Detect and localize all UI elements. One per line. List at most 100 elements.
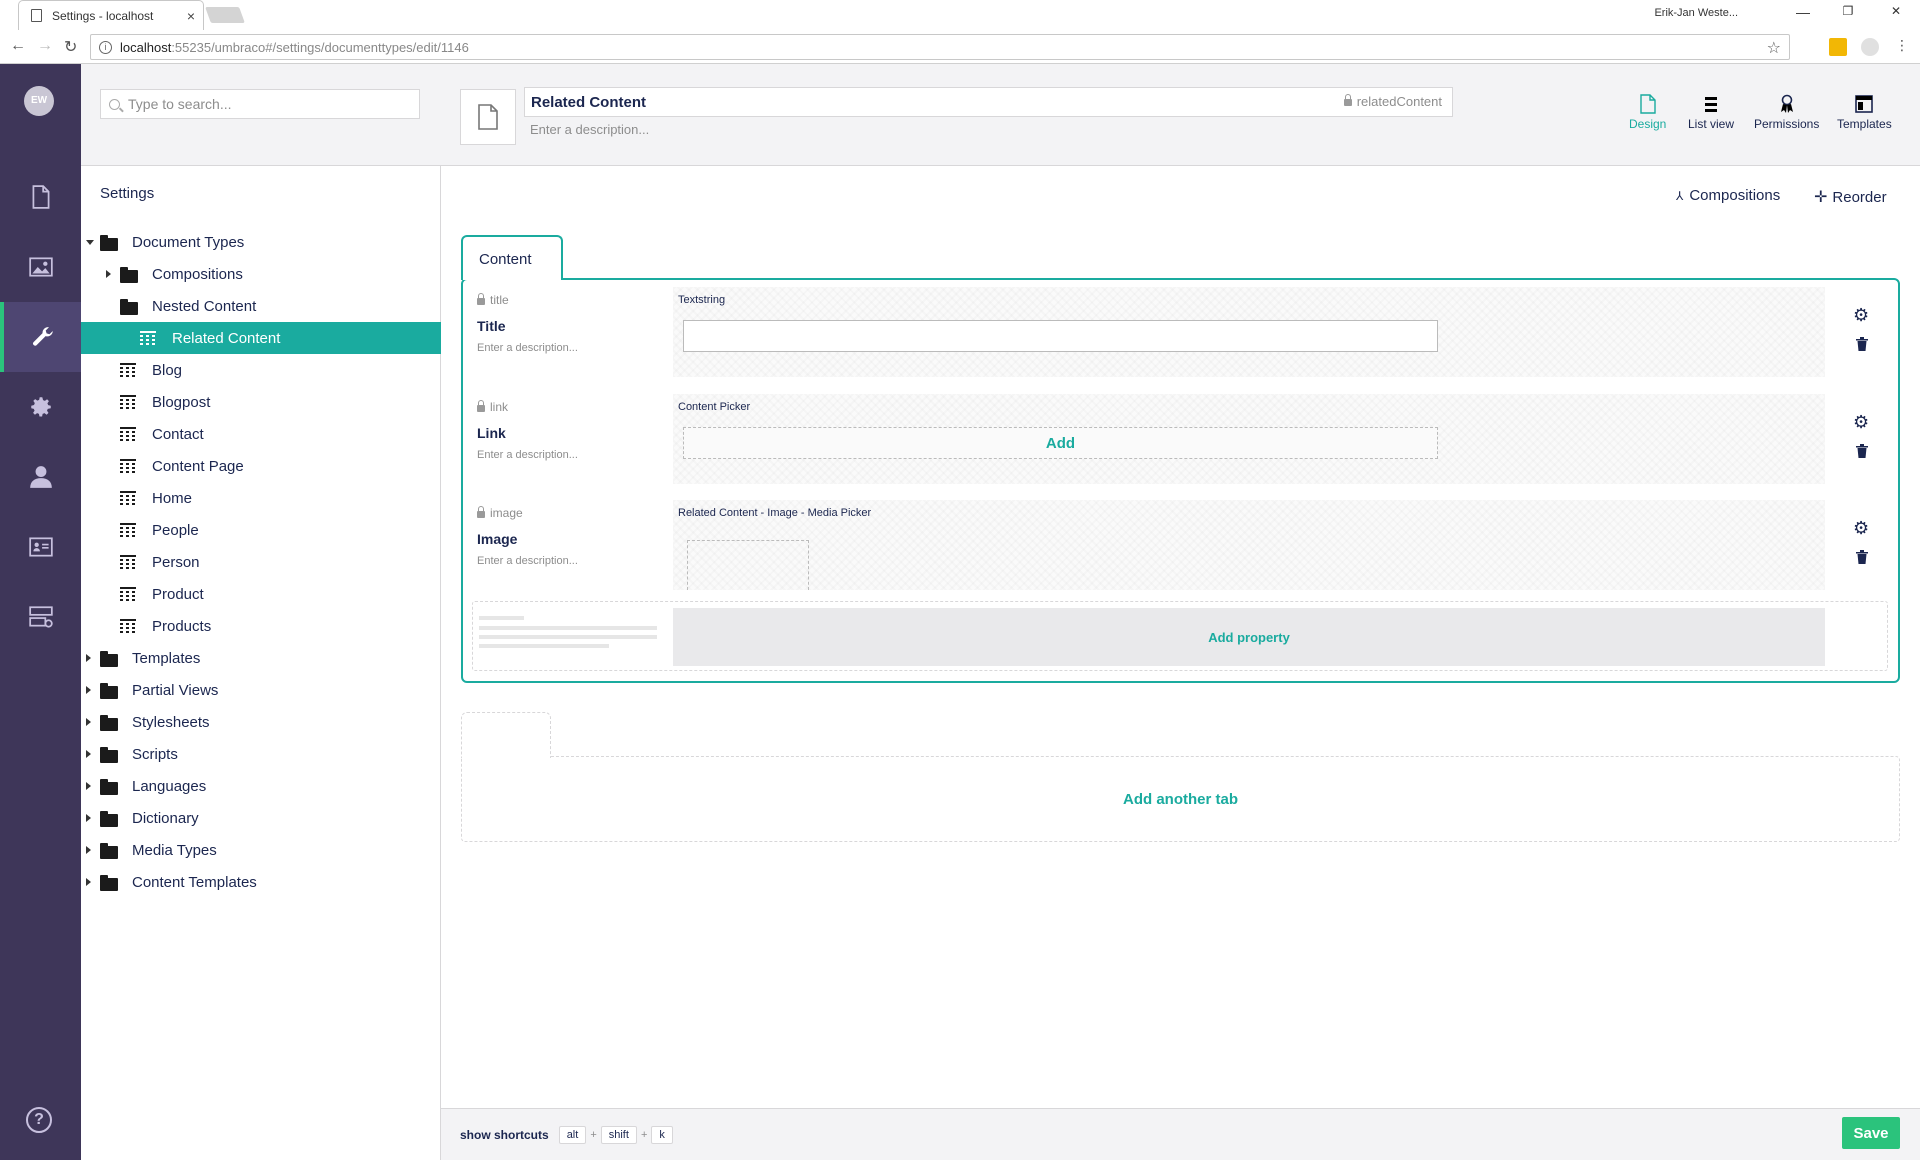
caret-down-icon[interactable] <box>86 240 94 245</box>
property-editor-preview[interactable]: Related Content - Image - Media Picker <box>673 500 1825 590</box>
icon-picker[interactable] <box>460 89 516 145</box>
gear-icon[interactable]: ⚙ <box>1853 305 1869 326</box>
gear-icon[interactable]: ⚙ <box>1853 518 1869 539</box>
tree-item-content-page[interactable]: Content Page <box>81 450 441 482</box>
tree-item-languages[interactable]: Languages <box>81 770 441 802</box>
tree-item-home[interactable]: Home <box>81 482 441 514</box>
restore-button[interactable]: ❐ <box>1838 4 1858 18</box>
property-name[interactable]: Link <box>477 425 506 441</box>
tree-item-related-content[interactable]: Related Content <box>81 322 441 354</box>
caret-right-icon[interactable] <box>86 654 91 662</box>
property-editor-preview[interactable]: Content Picker Add <box>673 394 1825 484</box>
document-type-icon <box>120 555 136 569</box>
section-media[interactable] <box>0 232 81 302</box>
caret-right-icon[interactable] <box>106 270 111 278</box>
help-icon[interactable]: ? <box>26 1107 52 1133</box>
tab-design[interactable]: Design <box>1629 94 1666 131</box>
section-users[interactable] <box>0 442 81 512</box>
trash-icon[interactable] <box>1856 444 1868 458</box>
tree-item-stylesheets[interactable]: Stylesheets <box>81 706 441 738</box>
property-description[interactable]: Enter a description... <box>477 449 578 461</box>
section-content[interactable] <box>0 162 81 232</box>
tree-item-label: Content Templates <box>132 873 257 891</box>
lock-icon[interactable] <box>1343 94 1352 106</box>
caret-right-icon[interactable] <box>86 846 91 854</box>
tree-item-contact[interactable]: Contact <box>81 418 441 450</box>
tree-item-products[interactable]: Products <box>81 610 441 642</box>
lock-icon[interactable] <box>477 399 485 412</box>
section-settings[interactable] <box>0 302 81 372</box>
alias-field[interactable]: relatedContent <box>1343 94 1442 109</box>
browser-profile-name[interactable]: Erik-Jan Weste... <box>1654 7 1738 19</box>
add-tab-button[interactable]: Add another tab <box>461 756 1900 842</box>
reload-icon[interactable]: ↻ <box>64 37 77 57</box>
trash-icon[interactable] <box>1856 550 1868 564</box>
description-input[interactable]: Enter a description... <box>530 122 649 137</box>
property-description[interactable]: Enter a description... <box>477 342 578 354</box>
save-button[interactable]: Save <box>1842 1117 1900 1149</box>
trash-icon[interactable] <box>1856 337 1868 351</box>
lock-icon[interactable] <box>477 292 485 305</box>
tab-list-view[interactable]: List view <box>1688 94 1734 131</box>
tree-item-partial-views[interactable]: Partial Views <box>81 674 441 706</box>
property-alias[interactable]: title <box>477 292 509 307</box>
extension-icon-2[interactable] <box>1861 38 1879 56</box>
tab-permissions[interactable]: Permissions <box>1754 94 1819 131</box>
info-icon[interactable]: i <box>99 40 112 54</box>
add-property-button[interactable]: Add property <box>673 608 1825 666</box>
extension-icon[interactable] <box>1829 38 1847 56</box>
tab-label: Templates <box>1837 117 1892 131</box>
forward-arrow-icon[interactable]: → <box>37 37 53 55</box>
tree-item-blogpost[interactable]: Blogpost <box>81 386 441 418</box>
back-arrow-icon[interactable]: ← <box>10 37 26 55</box>
document-type-name-input[interactable]: Related Content relatedContent <box>524 87 1453 117</box>
menu-kebab-icon[interactable]: ⋮ <box>1895 37 1909 54</box>
caret-right-icon[interactable] <box>86 782 91 790</box>
tree-item-dictionary[interactable]: Dictionary <box>81 802 441 834</box>
gear-icon[interactable]: ⚙ <box>1853 412 1869 433</box>
shortcuts-hint[interactable]: show shortcuts alt + shift + k <box>460 1126 677 1144</box>
search-input[interactable]: Type to search... <box>100 89 420 119</box>
tree-item-media-types[interactable]: Media Types <box>81 834 441 866</box>
section-developer[interactable] <box>0 372 81 442</box>
browser-tab[interactable]: Settings - localhost × <box>18 0 204 30</box>
lock-icon[interactable] <box>477 505 485 518</box>
caret-right-icon[interactable] <box>86 878 91 886</box>
new-tab-button[interactable] <box>205 7 245 23</box>
tree-item-people[interactable]: People <box>81 514 441 546</box>
tree-item-templates[interactable]: Templates <box>81 642 441 674</box>
tab-content[interactable]: Content <box>461 235 563 280</box>
minimize-button[interactable]: — <box>1793 4 1813 20</box>
close-icon[interactable]: × <box>187 8 195 24</box>
reorder-button[interactable]: ✛ Reorder <box>1814 187 1887 207</box>
caret-right-icon[interactable] <box>86 686 91 694</box>
star-icon[interactable]: ☆ <box>1767 38 1781 58</box>
tree-item-document-types[interactable]: Document Types <box>81 226 441 258</box>
tree-item-blog[interactable]: Blog <box>81 354 441 386</box>
property-name[interactable]: Title <box>477 318 506 334</box>
section-forms[interactable] <box>0 582 81 652</box>
tree-item-scripts[interactable]: Scripts <box>81 738 441 770</box>
window-close-button[interactable]: ✕ <box>1886 4 1906 18</box>
avatar[interactable]: EW <box>24 86 54 116</box>
tree-item-compositions[interactable]: Compositions <box>81 258 441 290</box>
media-picker-preview <box>687 540 809 590</box>
tree-item-person[interactable]: Person <box>81 546 441 578</box>
section-members[interactable] <box>0 512 81 582</box>
caret-right-icon[interactable] <box>86 718 91 726</box>
address-bar[interactable]: i localhost:55235/umbraco#/settings/docu… <box>90 34 1790 60</box>
tree-item-label: Products <box>152 617 212 635</box>
property-alias[interactable]: image <box>477 505 523 520</box>
tree-item-product[interactable]: Product <box>81 578 441 610</box>
caret-right-icon[interactable] <box>86 750 91 758</box>
property-name[interactable]: Image <box>477 531 517 547</box>
tab-templates[interactable]: Templates <box>1837 94 1892 131</box>
property-description[interactable]: Enter a description... <box>477 555 578 567</box>
caret-right-icon[interactable] <box>86 814 91 822</box>
tree-item-nested-content[interactable]: Nested Content <box>81 290 441 322</box>
property-alias[interactable]: link <box>477 399 508 414</box>
property-row-link: link Link Enter a description... Content… <box>477 394 1887 484</box>
property-editor-preview[interactable]: Textstring <box>673 287 1825 377</box>
tree-item-content-templates[interactable]: Content Templates <box>81 866 441 898</box>
compositions-button[interactable]: ⅄ Compositions <box>1676 187 1780 204</box>
